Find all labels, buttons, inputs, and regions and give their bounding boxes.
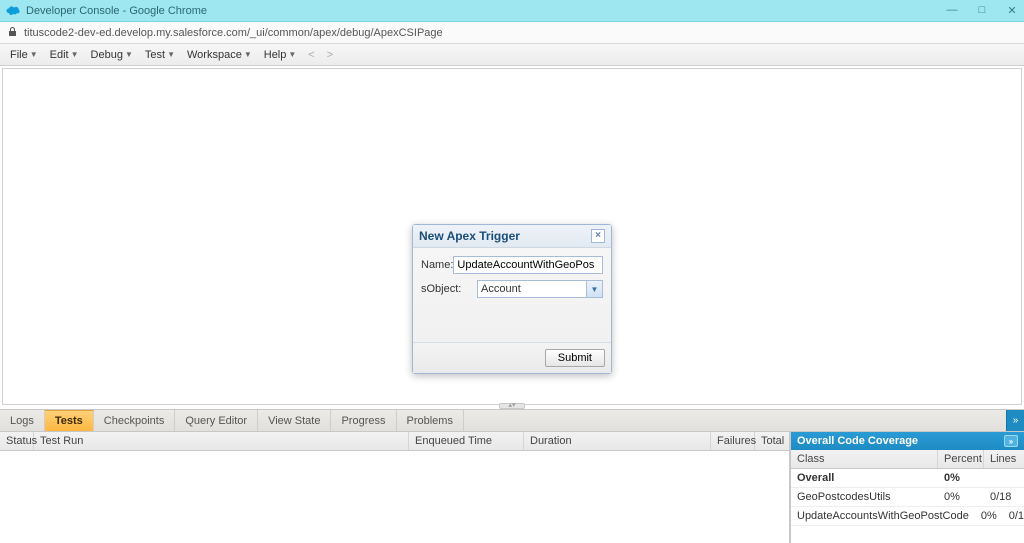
chevron-down-icon: ▼ xyxy=(288,50,296,59)
salesforce-cloud-icon xyxy=(6,4,20,18)
dialog-close-button[interactable]: × xyxy=(591,229,605,243)
history-back-button[interactable]: < xyxy=(302,47,320,63)
tests-grid: Status Test Run Enqueued Time Duration F… xyxy=(0,432,790,543)
tab-tests[interactable]: Tests xyxy=(45,410,94,431)
chevron-down-icon: ▼ xyxy=(30,50,38,59)
window-title: Developer Console - Google Chrome xyxy=(26,5,207,17)
coverage-columns: Class Percent Lines xyxy=(791,450,1024,469)
url-text: tituscode2-dev-ed.develop.my.salesforce.… xyxy=(24,27,443,39)
coverage-panel: Overall Code Coverage » Class Percent Li… xyxy=(790,432,1024,543)
tab-problems[interactable]: Problems xyxy=(397,410,464,431)
name-input[interactable] xyxy=(453,256,603,274)
tab-view-state[interactable]: View State xyxy=(258,410,331,431)
address-bar: tituscode2-dev-ed.develop.my.salesforce.… xyxy=(0,22,1024,44)
new-apex-trigger-dialog: New Apex Trigger × Name: sObject: Accoun… xyxy=(412,224,612,374)
window-titlebar: Developer Console - Google Chrome — □ ✕ xyxy=(0,0,1024,22)
panel-expand-button[interactable]: » xyxy=(1006,410,1024,431)
window-maximize-icon[interactable]: □ xyxy=(976,4,988,17)
menu-file[interactable]: File▼ xyxy=(4,47,44,63)
menu-edit[interactable]: Edit▼ xyxy=(44,47,85,63)
col-failures[interactable]: Failures xyxy=(711,432,755,450)
menu-help[interactable]: Help▼ xyxy=(258,47,303,63)
chevron-down-icon: ▼ xyxy=(586,281,602,297)
lock-icon xyxy=(8,26,18,40)
coverage-header: Overall Code Coverage » xyxy=(791,432,1024,450)
col-status[interactable]: Status xyxy=(0,432,34,450)
chevron-down-icon: ▼ xyxy=(244,50,252,59)
bottom-tabstrip: Logs Tests Checkpoints Query Editor View… xyxy=(0,410,1024,432)
tab-logs[interactable]: Logs xyxy=(0,410,45,431)
window-minimize-icon[interactable]: — xyxy=(946,4,958,17)
chevron-down-icon: ▼ xyxy=(125,50,133,59)
chevron-down-icon: ▼ xyxy=(167,50,175,59)
bottom-panel: Logs Tests Checkpoints Query Editor View… xyxy=(0,409,1024,543)
window-close-icon[interactable]: ✕ xyxy=(1006,4,1018,17)
sobject-label: sObject: xyxy=(421,283,477,295)
tests-grid-body xyxy=(0,451,789,543)
coverage-title: Overall Code Coverage xyxy=(797,435,918,447)
menu-workspace[interactable]: Workspace▼ xyxy=(181,47,258,63)
tab-query-editor[interactable]: Query Editor xyxy=(175,410,258,431)
tab-progress[interactable]: Progress xyxy=(331,410,396,431)
coverage-expand-button[interactable]: » xyxy=(1004,435,1018,447)
coverage-row[interactable]: UpdateAccountsWithGeoPostCode 0% 0/13 xyxy=(791,507,1024,526)
chevron-down-icon: ▼ xyxy=(71,50,79,59)
dialog-title: New Apex Trigger xyxy=(419,229,520,243)
sobject-value: Account xyxy=(481,283,586,295)
coverage-row[interactable]: GeoPostcodesUtils 0% 0/18 xyxy=(791,488,1024,507)
history-forward-button[interactable]: > xyxy=(321,47,339,63)
dialog-header[interactable]: New Apex Trigger × xyxy=(413,225,611,248)
tab-checkpoints[interactable]: Checkpoints xyxy=(94,410,176,431)
cov-col-percent[interactable]: Percent xyxy=(938,450,984,468)
col-duration[interactable]: Duration xyxy=(524,432,711,450)
coverage-row-overall[interactable]: Overall 0% xyxy=(791,469,1024,488)
cov-col-class[interactable]: Class xyxy=(791,450,938,468)
menu-debug[interactable]: Debug▼ xyxy=(85,47,139,63)
col-total[interactable]: Total xyxy=(755,432,789,450)
name-label: Name: xyxy=(421,259,453,271)
col-enqueued-time[interactable]: Enqueued Time xyxy=(409,432,524,450)
cov-col-lines[interactable]: Lines xyxy=(984,450,1024,468)
submit-button[interactable]: Submit xyxy=(545,349,605,367)
tests-grid-header: Status Test Run Enqueued Time Duration F… xyxy=(0,432,789,451)
menu-test[interactable]: Test▼ xyxy=(139,47,181,63)
col-test-run[interactable]: Test Run xyxy=(34,432,409,450)
menu-bar: File▼ Edit▼ Debug▼ Test▼ Workspace▼ Help… xyxy=(0,44,1024,66)
sobject-select[interactable]: Account ▼ xyxy=(477,280,603,298)
